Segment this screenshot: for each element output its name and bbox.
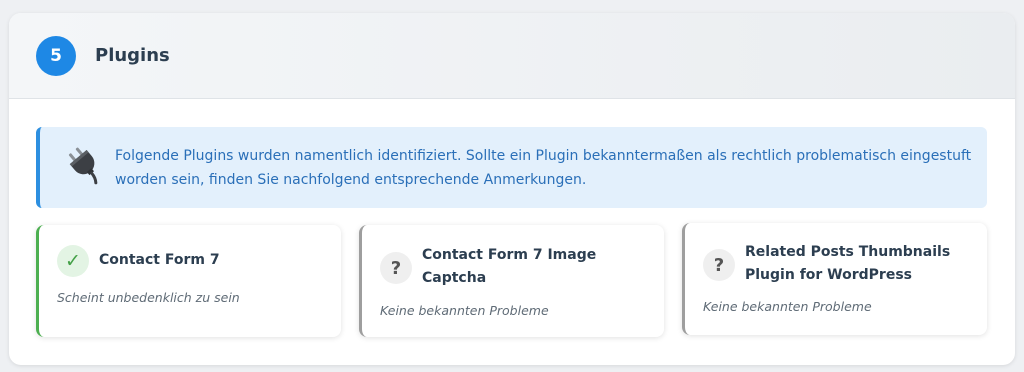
step-number-badge: 5 [36,36,76,76]
plugin-card-contact-form-7: ✓ Contact Form 7 Scheint unbedenklich zu… [36,225,341,337]
plugin-card-contact-form-7-image-captcha: ? Contact Form 7 Image Captcha Keine bek… [359,225,664,337]
section-header: 5 Plugins [9,13,1015,99]
plugin-status: Keine bekannten Probleme [380,303,549,318]
plugin-name: Contact Form 7 Image Captcha [422,247,597,286]
plugin-name: Related Posts Thumbnails Plugin for Word… [745,244,951,283]
plugins-section: 5 Plugins Folgende Plugins wurden nament… [9,13,1015,365]
electric-plug-icon [68,147,98,185]
info-text: Folgende Plugins wurden namentlich ident… [115,148,972,188]
plugin-card-related-posts-thumbnails: ? Related Posts Thumbnails Plugin for Wo… [682,223,987,335]
plugin-status: Scheint unbedenklich zu sein [57,290,240,305]
checkmark-icon: ✓ [57,245,89,277]
question-mark-icon: ? [380,252,412,284]
section-title: Plugins [95,45,170,66]
question-mark-icon: ? [703,249,735,281]
info-notice: Folgende Plugins wurden namentlich ident… [36,127,987,208]
plugin-name: Contact Form 7 [99,252,220,268]
plugin-status: Keine bekannten Probleme [703,299,872,314]
